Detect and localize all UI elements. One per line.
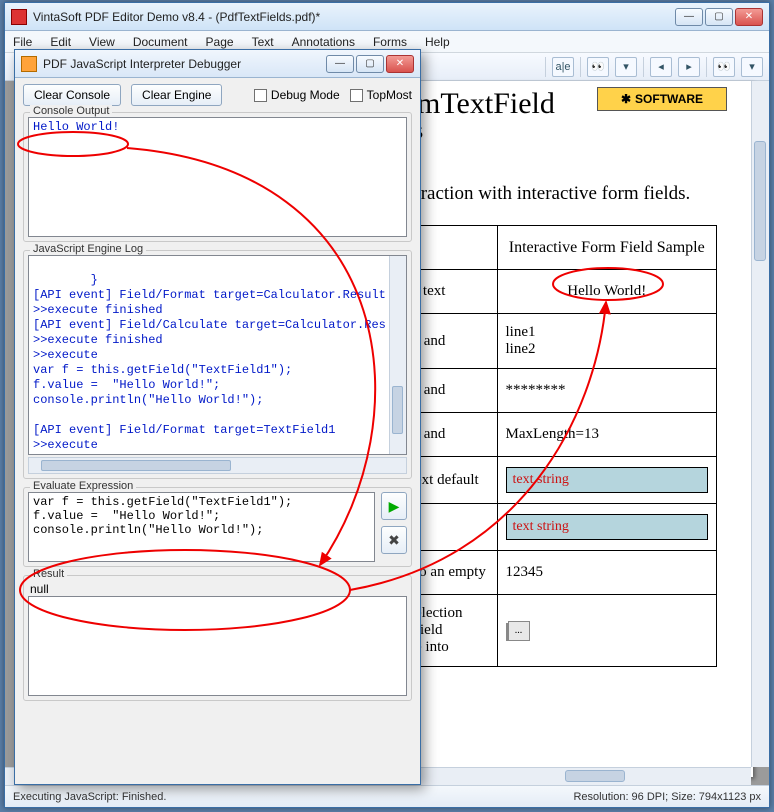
cell-sample[interactable]: ******** bbox=[497, 369, 717, 413]
group-label: Evaluate Expression bbox=[30, 480, 136, 492]
table-row: ext default text string bbox=[407, 457, 717, 504]
toolbar-sep bbox=[545, 57, 546, 77]
scroll-thumb[interactable] bbox=[392, 386, 403, 434]
browse-button[interactable]: ... bbox=[508, 621, 530, 641]
toolbar-sep bbox=[643, 57, 644, 77]
cell-sample: text string bbox=[497, 457, 717, 504]
tool-dropdown-icon[interactable]: ▾ bbox=[615, 57, 637, 77]
menu-page[interactable]: Page bbox=[206, 35, 234, 49]
checkbox-icon bbox=[254, 89, 267, 102]
clear-engine-button[interactable]: Clear Engine bbox=[131, 84, 222, 106]
dbg-maximize-button[interactable]: ▢ bbox=[356, 55, 384, 73]
table-row: election field e into ... bbox=[407, 595, 717, 667]
tool-next-icon[interactable]: ▸ bbox=[678, 57, 700, 77]
table-row: to an empty 12345 bbox=[407, 551, 717, 595]
scroll-thumb[interactable] bbox=[565, 770, 625, 782]
cell-sample: ... bbox=[497, 595, 717, 667]
tool-binoculars-icon[interactable]: 👀 bbox=[587, 57, 609, 77]
page-intro: teraction with interactive form fields. bbox=[407, 183, 733, 205]
blue-textfield[interactable]: text string bbox=[506, 514, 709, 540]
status-right: Resolution: 96 DPI; Size: 794x1123 px bbox=[573, 791, 761, 803]
cell-sample: text string bbox=[497, 504, 717, 551]
page-heading: rmTextField bbox=[407, 87, 733, 121]
checkbox-icon bbox=[350, 89, 363, 102]
menu-file[interactable]: File bbox=[13, 35, 32, 49]
evaluate-input[interactable]: var f = this.getField("TextField1"); f.v… bbox=[28, 492, 375, 562]
clear-console-button[interactable]: Clear Console bbox=[23, 84, 121, 106]
group-label: JavaScript Engine Log bbox=[30, 243, 146, 255]
tool-dropdown2-icon[interactable]: ▾ bbox=[741, 57, 763, 77]
menu-forms[interactable]: Forms bbox=[373, 35, 407, 49]
result-group: Result null bbox=[23, 575, 412, 701]
engine-log-group: JavaScript Engine Log } [API event] Fiel… bbox=[23, 250, 412, 479]
checkbox-label: TopMost bbox=[367, 88, 412, 102]
engine-log[interactable]: } [API event] Field/Format target=Calcul… bbox=[28, 255, 407, 455]
cell-sample[interactable]: MaxLength=13 bbox=[497, 413, 717, 457]
page-heading-line2: 15 bbox=[407, 125, 733, 143]
debugger-icon bbox=[21, 56, 37, 72]
maximize-button[interactable]: ▢ bbox=[705, 8, 733, 26]
group-label: Console Output bbox=[30, 105, 112, 117]
toolbar-sep bbox=[580, 57, 581, 77]
evaluate-expression-group: Evaluate Expression var f = this.getFiel… bbox=[23, 487, 412, 567]
topmost-checkbox[interactable]: TopMost bbox=[350, 88, 412, 102]
dbg-minimize-button[interactable]: — bbox=[326, 55, 354, 73]
dbg-close-button[interactable]: ✕ bbox=[386, 55, 414, 73]
tool-binoculars2-icon[interactable]: 👀 bbox=[713, 57, 735, 77]
debugger-title: PDF JavaScript Interpreter Debugger bbox=[43, 57, 326, 71]
tool-prev-icon[interactable]: ◂ bbox=[650, 57, 672, 77]
run-button[interactable]: ▶ bbox=[381, 492, 407, 520]
table-header-right: Interactive Form Field Sample bbox=[497, 226, 717, 270]
table-row: ) and line1 line2 bbox=[407, 314, 717, 369]
vertical-scrollbar[interactable] bbox=[751, 81, 769, 767]
scroll-thumb[interactable] bbox=[41, 460, 231, 471]
debugger-window: PDF JavaScript Interpreter Debugger — ▢ … bbox=[14, 49, 421, 785]
status-left: Executing JavaScript: Finished. bbox=[13, 791, 166, 803]
table-row: ) and ******** bbox=[407, 369, 717, 413]
delete-button[interactable]: ✖ bbox=[381, 526, 407, 554]
statusbar: Executing JavaScript: Finished. Resoluti… bbox=[5, 785, 769, 807]
checkbox-label: Debug Mode bbox=[271, 88, 340, 102]
close-button[interactable]: ✕ bbox=[735, 8, 763, 26]
app-icon bbox=[11, 9, 27, 25]
debugger-titlebar[interactable]: PDF JavaScript Interpreter Debugger — ▢ … bbox=[15, 50, 420, 78]
scroll-thumb[interactable] bbox=[754, 141, 766, 261]
cell-sample[interactable]: 12345 bbox=[497, 551, 717, 595]
minimize-button[interactable]: — bbox=[675, 8, 703, 26]
console-output[interactable]: Hello World! bbox=[28, 117, 407, 237]
table-row: : text Hello World! bbox=[407, 270, 717, 314]
debug-mode-checkbox[interactable]: Debug Mode bbox=[254, 88, 340, 102]
cell-sample[interactable]: Hello World! bbox=[497, 270, 717, 314]
console-output-group: Console Output Hello World! bbox=[23, 112, 412, 242]
menu-text[interactable]: Text bbox=[252, 35, 274, 49]
result-output[interactable] bbox=[28, 596, 407, 696]
main-titlebar[interactable]: VintaSoft PDF Editor Demo v8.4 - (PdfTex… bbox=[5, 3, 769, 31]
form-table: Interactive Form Field Sample : text Hel… bbox=[407, 225, 717, 667]
tool-text-icon[interactable]: a|e bbox=[552, 57, 574, 77]
group-label: Result bbox=[30, 568, 67, 580]
table-row: ) and MaxLength=13 bbox=[407, 413, 717, 457]
menu-edit[interactable]: Edit bbox=[50, 35, 71, 49]
menu-view[interactable]: View bbox=[89, 35, 115, 49]
cell-sample[interactable]: line1 line2 bbox=[497, 314, 717, 369]
blue-textfield[interactable]: text string bbox=[506, 467, 709, 493]
menu-help[interactable]: Help bbox=[425, 35, 450, 49]
log-hscrollbar[interactable] bbox=[28, 457, 407, 474]
menu-annotations[interactable]: Annotations bbox=[292, 35, 355, 49]
toolbar-sep bbox=[706, 57, 707, 77]
result-value: null bbox=[28, 580, 407, 596]
log-scrollbar[interactable] bbox=[389, 256, 406, 454]
table-row: text string bbox=[407, 504, 717, 551]
engine-log-text: } [API event] Field/Format target=Calcul… bbox=[33, 273, 386, 455]
main-title: VintaSoft PDF Editor Demo v8.4 - (PdfTex… bbox=[33, 10, 675, 24]
menu-document[interactable]: Document bbox=[133, 35, 188, 49]
